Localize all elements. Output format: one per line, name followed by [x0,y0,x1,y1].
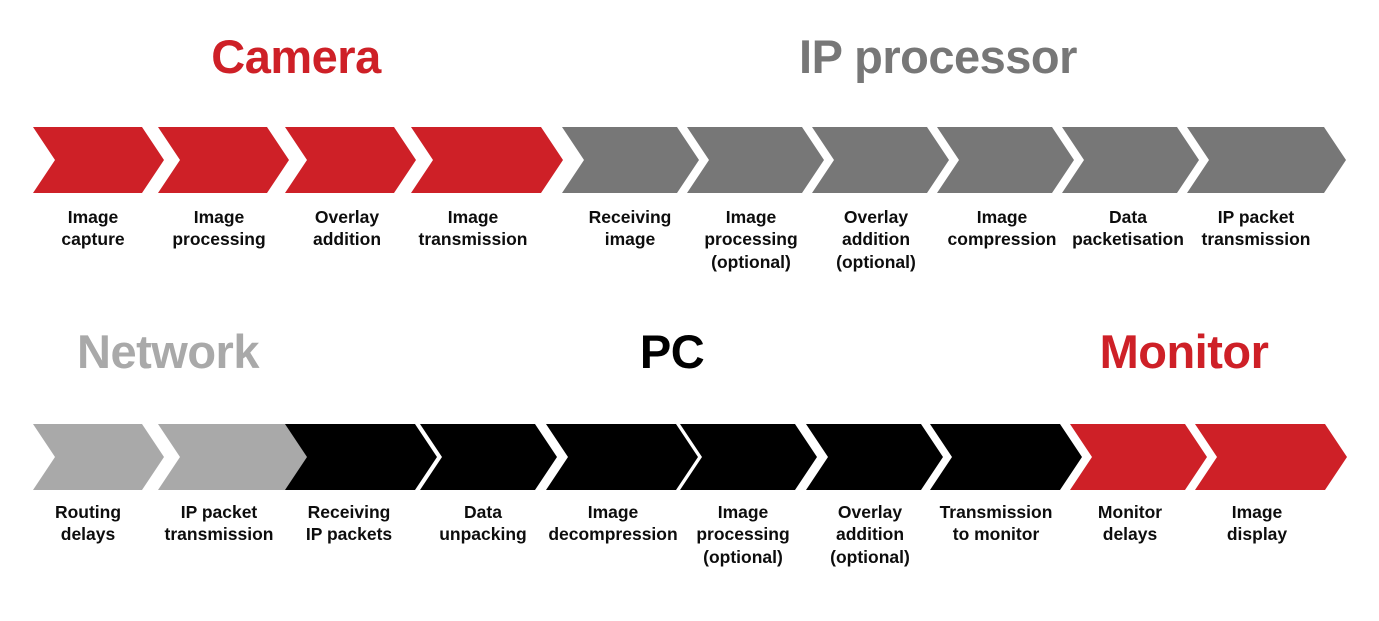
step-label-line: to monitor [952,524,1040,545]
step-label-line: capture [61,229,125,250]
chevron-pc-image-processing [680,424,817,490]
step-label-monitor-delays: Monitor delays [1098,501,1162,546]
step-label-line: Receiving [588,207,672,227]
chevron-monitor-delays [1070,424,1207,490]
step-label-line: addition [312,229,382,250]
step-label-line: Transmission [939,502,1053,522]
step-label-line: Image [193,207,245,227]
step-label-line: transmission [1201,229,1311,250]
chevron-routing-delays [33,424,164,490]
step-label-line: delays [60,524,116,545]
chevron-ip-packet-transmission [1187,127,1346,193]
step-label-line: unpacking [439,524,527,545]
step-label-line: Image [587,502,639,522]
step-label-line: IP packets [305,524,393,545]
step-label-line: packetisation [1072,229,1184,250]
step-label-image-transmission: Image transmission [419,206,528,251]
step-label-line: image [604,229,656,250]
step-label-pc-overlay-addition: Overlay addition (optional) [830,501,910,568]
step-label-image-capture: Image capture [61,206,124,251]
step-label-ipp-image-processing: Image processing (optional) [704,206,797,273]
step-label-line: Overlay [837,502,903,522]
section-heading-pc: PC [639,325,705,378]
step-label-transmission-to-monitor: Transmission to monitor [940,501,1053,546]
step-label-line: (optional) [836,251,916,272]
step-label-line: decompression [548,524,678,545]
chevron-image-display [1195,424,1347,490]
chevron-pc-overlay-addition [806,424,943,490]
step-label-image-decompression: Image decompression [548,501,677,546]
step-label-line: IP packet [180,502,258,522]
step-label-line: addition [835,524,905,545]
chevron-row-row-top [0,127,1379,193]
step-label-line: Routing [54,502,122,522]
section-heading-ip-processor: IP processor [799,30,1077,83]
section-heading-network: Network [77,325,259,378]
step-label-line: Image [1231,502,1283,522]
step-label-line: processing [172,229,266,250]
step-label-line: processing [696,524,790,545]
step-label-line: transmission [164,524,274,545]
chevron-ipp-overlay-addition [812,127,949,193]
step-label-image-processing: Image processing [172,206,265,251]
step-label-line: Data [1109,207,1147,227]
chevron-receiving-image [562,127,699,193]
step-label-receiving-image: Receiving image [589,206,672,251]
step-label-line: Image [447,207,499,227]
label-row-row-bottom: Routing delays IP packet transmission Receiv… [0,501,1379,621]
step-label-line: Image [725,207,777,227]
step-label-line: Monitor [1097,502,1163,522]
flow-diagram-canvas: Camera IP processor Network PC Monitor Image c… [0,0,1379,589]
step-label-line: (optional) [703,546,783,567]
chevron-row-row-bottom [0,424,1379,490]
step-label-image-display: Image display [1227,501,1287,546]
step-label-line: display [1226,524,1288,545]
step-label-line: processing [704,229,798,250]
chevron-receiving-ip-packets [285,424,437,490]
step-label-line: (optional) [830,546,910,567]
chevron-image-decompression [546,424,698,490]
section-heading-camera: Camera [211,30,381,83]
step-label-line: compression [947,229,1057,250]
step-label-routing-delays: Routing delays [55,501,121,546]
chevron-ipp-image-processing [687,127,824,193]
chevron-image-compression [937,127,1074,193]
step-label-line: addition [841,229,911,250]
step-label-line: delays [1102,524,1158,545]
step-label-data-unpacking: Data unpacking [439,501,527,546]
step-label-line: Overlay [843,207,909,227]
chevron-transmission-to-monitor [930,424,1082,490]
step-label-net-ip-packet-transmission: IP packet transmission [165,501,274,546]
step-label-pc-image-processing: Image processing (optional) [696,501,789,568]
step-label-receiving-ip-packets: Receiving IP packets [306,501,392,546]
chevron-image-capture [33,127,164,193]
step-label-ip-packet-transmission: IP packet transmission [1202,206,1311,251]
step-label-line: Overlay [314,207,380,227]
step-label-line: Receiving [307,502,391,522]
step-label-line: Image [976,207,1028,227]
step-label-line: (optional) [711,251,791,272]
section-heading-monitor: Monitor [1099,325,1269,378]
step-label-line: Data [464,502,502,522]
chevron-overlay-addition [285,127,416,193]
step-label-line: Image [717,502,769,522]
step-label-line: IP packet [1217,207,1295,227]
chevron-data-packetisation [1062,127,1199,193]
step-label-line: Image [67,207,119,227]
step-label-data-packetisation: Data packetisation [1072,206,1184,251]
chevron-image-transmission [411,127,563,193]
step-label-ipp-overlay-addition: Overlay addition (optional) [836,206,916,273]
label-row-row-top: Image capture Image processing Overlay additi… [0,206,1379,326]
step-label-line: transmission [418,229,528,250]
step-label-image-compression: Image compression [948,206,1057,251]
chevron-data-unpacking [420,424,557,490]
step-label-overlay-addition: Overlay addition [313,206,381,251]
chevron-image-processing [158,127,289,193]
